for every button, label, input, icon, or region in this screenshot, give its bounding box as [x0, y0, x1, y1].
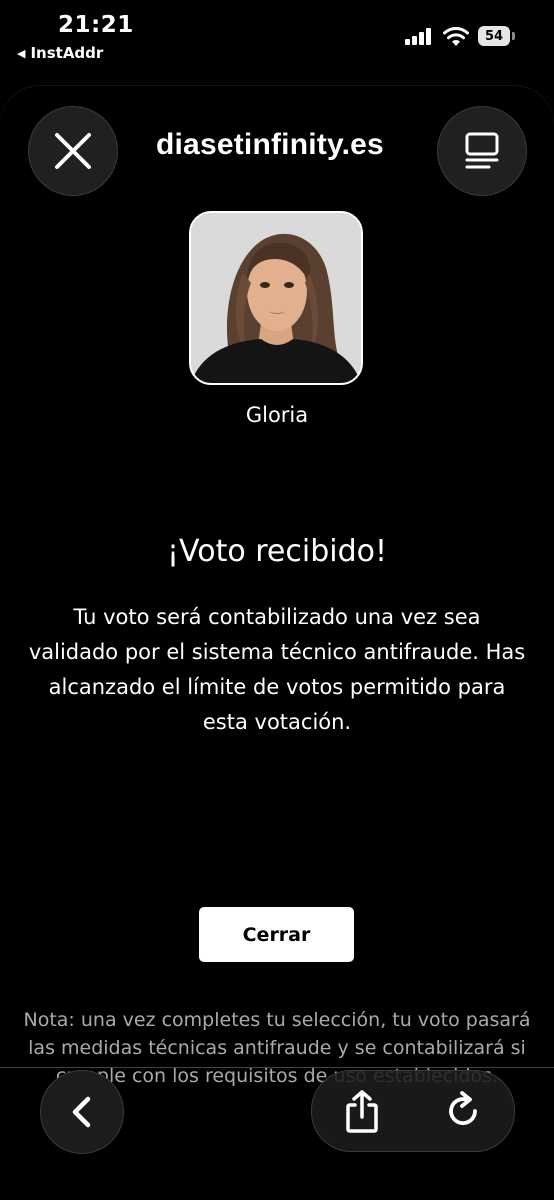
cellular-signal-icon — [405, 28, 431, 45]
battery-level: 54 — [478, 26, 510, 46]
menu-button[interactable] — [437, 106, 527, 196]
reload-icon — [449, 1091, 477, 1125]
back-triangle-icon: ◀ — [17, 46, 26, 60]
wifi-icon — [443, 27, 469, 46]
toolbar-divider — [0, 1067, 554, 1068]
back-chevron-icon — [72, 1096, 91, 1128]
contestant-name: Gloria — [245, 403, 309, 427]
vote-received-title: ¡Voto recibido! — [167, 534, 387, 569]
vote-message: Tu voto será contabilizado una vez sea v… — [28, 605, 526, 734]
close-icon — [55, 133, 91, 169]
contestant-photo — [191, 213, 361, 383]
toolbar-pill — [311, 1070, 515, 1152]
share-button[interactable] — [342, 1089, 382, 1133]
cerrar-button[interactable]: Cerrar — [199, 907, 354, 962]
back-button[interactable] — [40, 1070, 124, 1154]
status-bar: 21:21 ◀ InstAddr 54 — [0, 0, 554, 80]
battery-icon: 54 — [478, 26, 516, 46]
menu-icon — [465, 132, 499, 169]
share-icon — [346, 1090, 378, 1133]
back-to-app-link[interactable]: ◀ InstAddr — [17, 44, 103, 62]
reload-button[interactable] — [444, 1089, 484, 1133]
url-display: diasetinfinity.es — [156, 128, 384, 161]
back-app-label: InstAddr — [30, 44, 104, 62]
close-button[interactable] — [28, 106, 118, 196]
contestant-avatar — [189, 211, 363, 385]
status-time: 21:21 — [58, 12, 134, 38]
